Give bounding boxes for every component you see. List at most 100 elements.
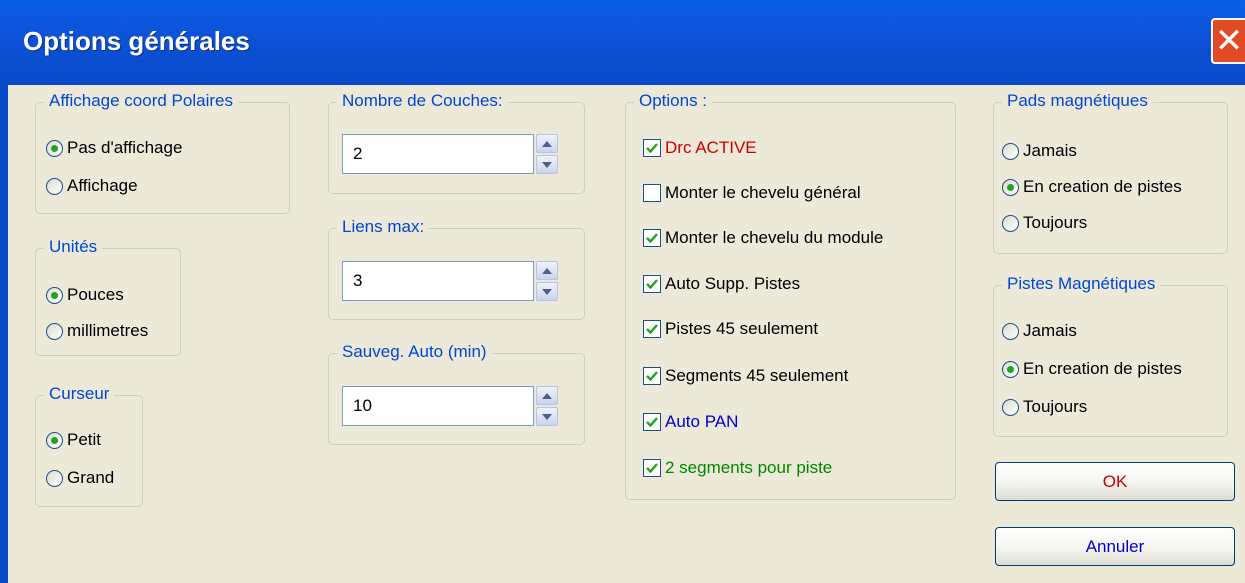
radio-button-icon[interactable] (46, 177, 63, 195)
radio-polar-show[interactable]: Affichage (46, 176, 138, 196)
checkbox-show-general-ratsnest[interactable]: Monter le chevelu général (643, 183, 861, 203)
checkbox-icon[interactable] (643, 320, 661, 338)
spin-up-button[interactable] (536, 261, 558, 280)
layers-spinner[interactable] (536, 134, 558, 174)
radio-button-icon[interactable] (1002, 178, 1019, 196)
cursor-group: Curseur Petit Grand (35, 384, 143, 507)
checkbox-label: Monter le chevelu général (665, 183, 861, 202)
arrow-down-icon (542, 161, 552, 168)
radio-label: Pas d'affichage (67, 138, 183, 157)
checkbox-label: Pistes 45 seulement (665, 319, 819, 338)
checkmark-icon (646, 143, 658, 154)
checkmark-icon (646, 279, 658, 290)
spin-up-button[interactable] (536, 386, 558, 405)
layers-input[interactable]: 2 (342, 134, 534, 174)
checkbox-icon[interactable] (643, 184, 661, 202)
radio-tracks-never[interactable]: Jamais (1002, 321, 1077, 341)
checkmark-icon (646, 371, 658, 382)
radio-units-mm[interactable]: millimetres (46, 321, 148, 341)
radio-button-icon[interactable] (46, 322, 63, 340)
radio-tracks-on-track-creation[interactable]: En creation de pistes (1002, 359, 1182, 379)
units-group: Unités Pouces millimetres (35, 237, 181, 356)
checkbox-icon[interactable] (643, 413, 661, 431)
close-icon: ✕ (1214, 21, 1244, 61)
window-title: Options générales (23, 26, 250, 56)
checkbox-icon[interactable] (643, 229, 661, 247)
spin-down-button[interactable] (536, 407, 558, 426)
radio-label: Toujours (1023, 213, 1088, 232)
radio-cursor-small[interactable]: Petit (46, 430, 101, 450)
cursor-legend: Curseur (44, 384, 115, 404)
checkbox-label: 2 segments pour piste (665, 458, 833, 477)
checkbox-drc-active[interactable]: Drc ACTIVE (643, 138, 757, 158)
checkbox-icon[interactable] (643, 275, 661, 293)
window-frame-left (0, 85, 8, 583)
checkmark-icon (646, 324, 658, 335)
radio-button-icon[interactable] (46, 469, 63, 487)
links-input[interactable]: 3 (342, 261, 534, 301)
radio-polar-none[interactable]: Pas d'affichage (46, 138, 182, 158)
radio-button-icon[interactable] (1002, 322, 1019, 340)
checkbox-tracks-45-only[interactable]: Pistes 45 seulement (643, 319, 818, 339)
spin-down-button[interactable] (536, 155, 558, 174)
cancel-button[interactable]: Annuler (995, 527, 1235, 566)
close-button[interactable]: ✕ (1211, 18, 1245, 64)
radio-label: En creation de pistes (1023, 359, 1182, 378)
radio-button-icon[interactable] (1002, 214, 1019, 232)
autosave-input[interactable]: 10 (342, 386, 534, 426)
radio-units-inches[interactable]: Pouces (46, 285, 124, 305)
checkmark-icon (646, 463, 658, 474)
checkmark-icon (646, 417, 658, 428)
radio-button-icon[interactable] (1002, 142, 1019, 160)
options-group: Options : Drc ACTIVE Monter le chevelu g… (625, 91, 956, 500)
checkbox-icon[interactable] (643, 367, 661, 385)
checkbox-icon[interactable] (643, 139, 661, 157)
options-legend: Options : (634, 91, 713, 111)
checkbox-show-module-ratsnest[interactable]: Monter le chevelu du module (643, 228, 883, 248)
spin-down-button[interactable] (536, 282, 558, 301)
arrow-down-icon (542, 413, 552, 420)
checkbox-two-segments-per-track[interactable]: 2 segments pour piste (643, 458, 832, 478)
autosave-legend: Sauveg. Auto (min) (337, 342, 492, 362)
checkbox-label: Auto Supp. Pistes (665, 274, 801, 293)
radio-label: Pouces (67, 285, 124, 304)
radio-button-icon[interactable] (46, 431, 63, 449)
radio-button-icon[interactable] (46, 286, 63, 304)
radio-label: Toujours (1023, 397, 1088, 416)
radio-label: Petit (67, 430, 102, 449)
radio-pads-always[interactable]: Toujours (1002, 213, 1087, 233)
arrow-down-icon (542, 288, 552, 295)
radio-button-icon[interactable] (1002, 360, 1019, 378)
title-bar[interactable]: Options générales ✕ (0, 0, 1245, 85)
radio-pads-never[interactable]: Jamais (1002, 141, 1077, 161)
radio-pads-on-track-creation[interactable]: En creation de pistes (1002, 177, 1182, 197)
magnetic-tracks-legend: Pistes Magnétiques (1002, 274, 1161, 294)
arrow-up-icon (542, 392, 552, 399)
links-spinner[interactable] (536, 261, 558, 301)
spin-up-button[interactable] (536, 134, 558, 153)
dialog-client-area: Affichage coord Polaires Pas d'affichage… (8, 85, 1245, 583)
checkbox-label: Drc ACTIVE (665, 138, 757, 157)
checkbox-auto-pan[interactable]: Auto PAN (643, 412, 738, 432)
checkbox-segments-45-only[interactable]: Segments 45 seulement (643, 366, 848, 386)
links-legend: Liens max: (337, 217, 430, 237)
checkbox-label: Auto PAN (665, 412, 739, 431)
radio-label: En creation de pistes (1023, 177, 1182, 196)
radio-label: millimetres (67, 321, 149, 340)
arrow-up-icon (542, 267, 552, 274)
units-legend: Unités (44, 237, 103, 257)
checkbox-label: Segments 45 seulement (665, 366, 849, 385)
magnetic-tracks-group: Pistes Magnétiques Jamais En creation de… (993, 274, 1228, 437)
magnetic-pads-group: Pads magnétiques Jamais En creation de p… (993, 91, 1228, 254)
checkbox-icon[interactable] (643, 459, 661, 477)
radio-tracks-always[interactable]: Toujours (1002, 397, 1087, 417)
radio-button-icon[interactable] (1002, 398, 1019, 416)
layers-legend: Nombre de Couches: (337, 91, 508, 111)
checkbox-auto-delete-tracks[interactable]: Auto Supp. Pistes (643, 274, 800, 294)
radio-cursor-large[interactable]: Grand (46, 468, 114, 488)
polar-coords-legend: Affichage coord Polaires (44, 91, 238, 111)
ok-button[interactable]: OK (995, 462, 1235, 501)
radio-button-icon[interactable] (46, 139, 63, 157)
polar-coords-group: Affichage coord Polaires Pas d'affichage… (35, 91, 290, 214)
autosave-spinner[interactable] (536, 386, 558, 426)
